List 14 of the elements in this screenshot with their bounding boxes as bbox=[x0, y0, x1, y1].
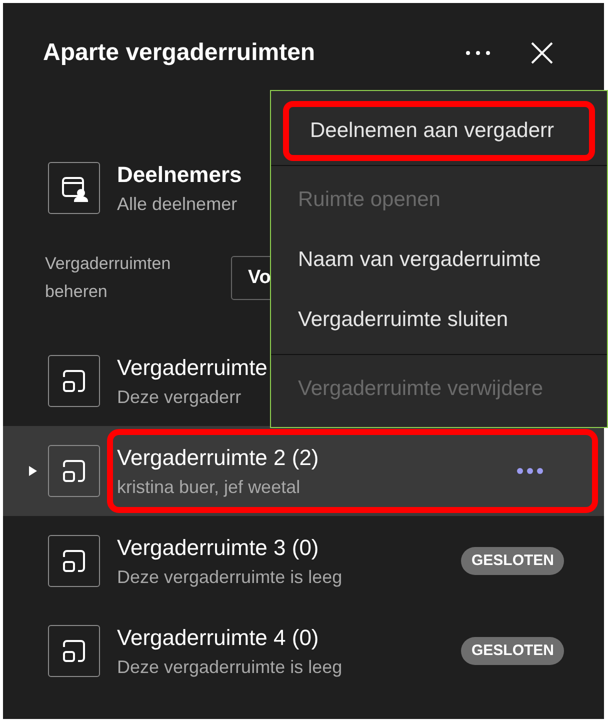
status-badge: GESLOTEN bbox=[461, 636, 564, 666]
room-name: Vergaderruimte 2 (2) bbox=[117, 444, 319, 472]
panel-title: Aparte vergaderruimten bbox=[43, 38, 316, 68]
room-subtitle: Deze vergaderr bbox=[117, 386, 242, 409]
room-name: Vergaderruimte bbox=[117, 354, 268, 382]
room-subtitle: kristina buer, jef weetal bbox=[117, 476, 300, 499]
room-subtitle: Deze vergaderruimte is leeg bbox=[117, 566, 342, 589]
participants-subtitle: Alle deelnemer bbox=[117, 193, 238, 216]
room-name: Vergaderruimte 4 (0) bbox=[117, 624, 319, 652]
room-name: Vergaderruimte 3 (0) bbox=[117, 534, 319, 562]
manage-label: Vergaderruimten beheren bbox=[45, 253, 172, 303]
room-subtitle: Deze vergaderruimte is leeg bbox=[117, 656, 342, 679]
status-badge: GESLOTEN bbox=[461, 546, 564, 576]
participants-title: Deelnemers bbox=[117, 161, 242, 189]
